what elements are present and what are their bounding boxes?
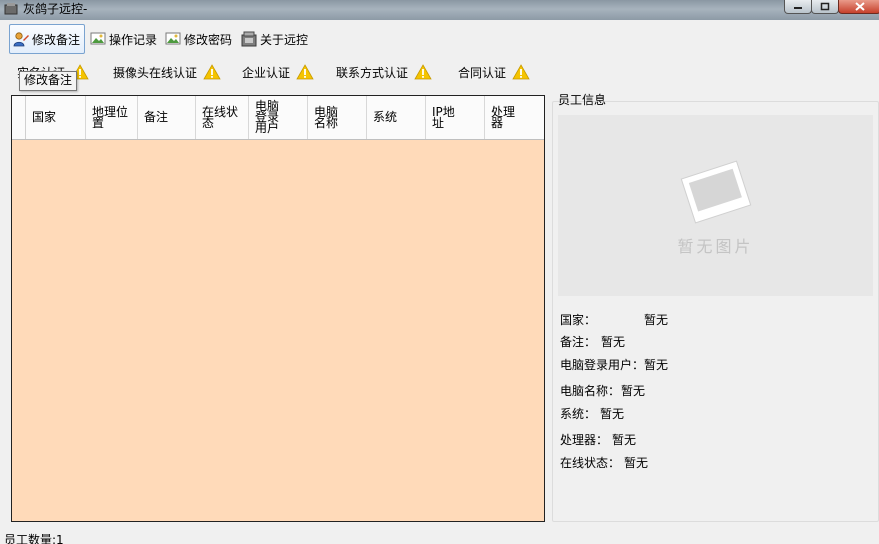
info-os-value: 暂无 [600, 407, 625, 421]
app-icon [4, 3, 18, 15]
auth-contract-label: 合同认证 [458, 65, 507, 80]
info-note: 备注： 暂无 [560, 335, 626, 349]
about-icon [241, 31, 257, 47]
log-image-icon [90, 32, 106, 45]
info-cpu-value: 暂无 [612, 433, 637, 447]
info-online-status-value: 暂无 [624, 456, 649, 470]
user-edit-icon [13, 32, 29, 47]
title-bar[interactable]: 灰鸽子远控- [0, 0, 879, 20]
info-os: 系统： 暂无 [560, 407, 625, 421]
change-password-label: 修改密码 [184, 32, 233, 47]
auth-contact[interactable]: 联系方式认证 [336, 62, 432, 82]
info-login-user-value: 暂无 [644, 358, 669, 372]
info-cpu: 处理器： 暂无 [560, 433, 637, 447]
edit-note-label: 修改备注 [32, 32, 81, 47]
edit-note-button[interactable]: 修改备注 [9, 24, 85, 54]
column-header-note[interactable]: 备注 [138, 96, 196, 139]
column-header-pc-name[interactable]: 电脑名称 [308, 96, 367, 139]
info-country: 国家： 暂无 [560, 313, 669, 327]
info-pc-name-value: 暂无 [621, 384, 646, 398]
auth-contact-label: 联系方式认证 [336, 65, 409, 80]
about-label: 关于远控 [260, 32, 309, 47]
no-image-text: 暂无图片 [677, 237, 754, 256]
operation-log-button[interactable]: 操作记录 [87, 24, 159, 54]
app-window: 灰鸽子远控- 修改备注 操作记录 修改密码 关于远控 摄像头在线认证 企业认证 … [0, 0, 879, 544]
column-header-location[interactable]: 地理位置 [86, 96, 138, 139]
info-country-value: 暂无 [644, 313, 669, 327]
column-header-online-status[interactable]: 在线状态 [196, 96, 249, 139]
auth-contract[interactable]: 合同认证 [458, 62, 530, 82]
column-header-cpu[interactable]: 处理器 [485, 96, 544, 139]
operation-log-label: 操作记录 [109, 32, 158, 47]
info-pc-name: 电脑名称： 暂无 [560, 384, 646, 398]
toolbar: 修改备注 操作记录 修改密码 关于远控 [0, 22, 879, 56]
no-image-icon [680, 160, 752, 224]
row-header-cell [12, 96, 26, 139]
minimize-button[interactable] [784, 0, 812, 14]
maximize-button[interactable] [811, 0, 839, 14]
warning-icon [414, 64, 432, 80]
close-button[interactable] [838, 0, 879, 14]
window-title: 灰鸽子远控- [23, 2, 88, 16]
change-password-button[interactable]: 修改密码 [162, 24, 234, 54]
minimize-icon [794, 6, 802, 9]
grid-header: 国家 地理位置 备注 在线状态 电脑登录用户 电脑名称 系统 IP地址 处理器 [12, 96, 544, 140]
info-login-user: 电脑登录用户： 暂无 [560, 358, 669, 372]
info-online-status: 在线状态： 暂无 [560, 456, 649, 470]
auth-enterprise-label: 企业认证 [242, 65, 291, 80]
employee-info-title: 员工信息 [558, 93, 607, 107]
close-icon [854, 2, 865, 11]
auth-enterprise[interactable]: 企业认证 [242, 62, 314, 82]
edit-note-tooltip: 修改备注 [19, 71, 78, 91]
warning-icon [512, 64, 530, 80]
info-note-value: 暂无 [601, 335, 626, 349]
warning-icon [296, 64, 314, 80]
about-button[interactable]: 关于远控 [238, 24, 310, 54]
column-header-os[interactable]: 系统 [367, 96, 426, 139]
employee-grid[interactable]: 国家 地理位置 备注 在线状态 电脑登录用户 电脑名称 系统 IP地址 处理器 [11, 95, 545, 522]
auth-camera-online[interactable]: 摄像头在线认证 [113, 62, 221, 82]
column-header-country[interactable]: 国家 [26, 96, 86, 139]
employee-photo: 暂无图片 [558, 115, 873, 296]
password-image-icon [165, 32, 181, 45]
employee-count: 员工数量:1 [4, 533, 64, 544]
auth-camera-online-label: 摄像头在线认证 [113, 65, 198, 80]
restore-icon [820, 2, 830, 11]
column-header-login-user[interactable]: 电脑登录用户 [249, 96, 308, 139]
column-header-ip[interactable]: IP地址 [426, 96, 485, 139]
warning-icon [203, 64, 221, 80]
